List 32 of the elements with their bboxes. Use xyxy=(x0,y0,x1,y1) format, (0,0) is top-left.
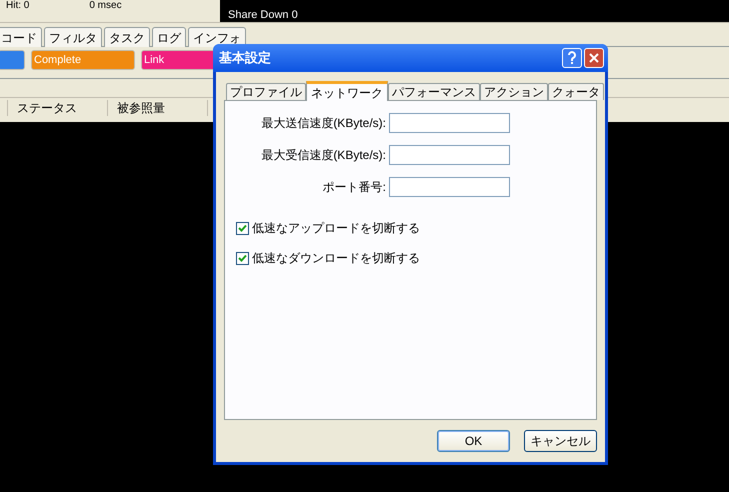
checkbox[interactable] xyxy=(236,252,249,264)
tab[interactable]: インフォ xyxy=(188,27,246,47)
tab[interactable]: クォータ xyxy=(548,83,604,100)
field-label: 最大送信速度(KByte/s): xyxy=(260,115,387,132)
dialog-button[interactable]: キャンセル xyxy=(524,430,597,452)
field-label: ポート番号: xyxy=(322,179,387,196)
checkbox-label: 低速なアップロードを切断する xyxy=(252,220,420,237)
help-icon xyxy=(567,51,577,65)
tab[interactable]: プロファイル xyxy=(226,83,306,100)
close-button[interactable] xyxy=(584,48,604,68)
tab[interactable]: アクション xyxy=(480,83,548,100)
column-header[interactable]: 被参照量 xyxy=(108,100,208,116)
tab[interactable]: ネットワーク xyxy=(306,81,388,101)
tab[interactable]: コード xyxy=(0,27,42,47)
input-field[interactable] xyxy=(389,145,510,165)
input-field[interactable] xyxy=(389,113,510,133)
tab[interactable]: フィルタ xyxy=(44,27,102,47)
close-icon xyxy=(589,53,599,63)
tab[interactable]: ログ xyxy=(152,27,186,47)
share-down-text: Share Down 0 xyxy=(228,8,298,22)
latency-text: 0 msec xyxy=(89,0,122,12)
dialog-button[interactable]: OK xyxy=(437,430,510,452)
tab[interactable]: パフォーマンス xyxy=(388,83,480,100)
checkbox-label: 低速なダウンロードを切断する xyxy=(252,250,420,267)
help-button[interactable] xyxy=(562,48,582,68)
field-label: 最大受信速度(KByte/s): xyxy=(260,147,387,164)
hit-count: Hit: 0 xyxy=(6,0,30,12)
input-field[interactable] xyxy=(389,177,510,197)
tab[interactable]: タスク xyxy=(104,27,150,47)
filter-button[interactable] xyxy=(0,50,25,70)
column-header[interactable]: ステータス xyxy=(8,100,108,116)
checkbox[interactable] xyxy=(236,222,249,234)
